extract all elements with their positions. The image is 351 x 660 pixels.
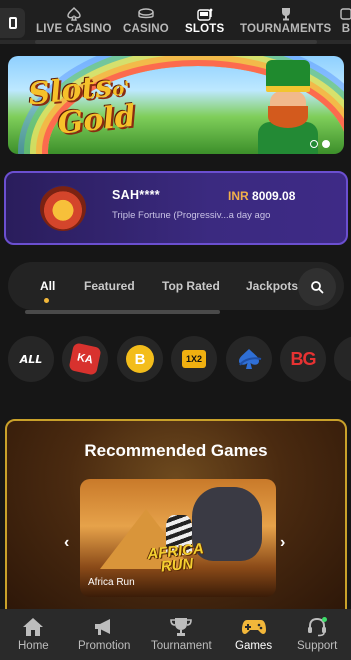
carousel-dot-active[interactable]	[322, 140, 330, 148]
nav-label: CASINO	[123, 23, 169, 35]
provider-spade[interactable]	[226, 336, 272, 382]
bottom-nav-games[interactable]: Games	[235, 617, 272, 652]
menu-toggle-button[interactable]	[0, 8, 25, 38]
provider-ka[interactable]: KA	[62, 336, 108, 382]
nav-item-casino[interactable]: CASINO	[123, 6, 169, 40]
nav-item-slots[interactable]: SLOTS	[185, 6, 224, 40]
bottom-nav: Home Promotion Tournament Games Support	[0, 609, 351, 660]
provider-1x2[interactable]: 1X2	[171, 336, 217, 382]
nav-label: B	[341, 23, 351, 35]
winner-game-info: Triple Fortune (Progressiv...a day ago	[112, 210, 271, 221]
nav-item-more[interactable]: B	[340, 6, 351, 40]
nav-scrollbar[interactable]	[0, 40, 351, 44]
trophy-icon	[170, 617, 193, 637]
active-tab-indicator	[44, 298, 49, 303]
home-icon	[22, 617, 44, 637]
carousel-next-button[interactable]: ›	[280, 534, 285, 552]
provider-ka-label: KA	[75, 351, 95, 367]
game-search-button[interactable]	[298, 268, 336, 306]
tab-featured[interactable]: Featured	[84, 279, 135, 293]
winner-amount-value: 8009.08	[252, 189, 296, 203]
chip-icon	[138, 6, 154, 21]
banner-game-logo: Slotso' Gold	[27, 69, 138, 142]
provider-1x2-label: 1X2	[185, 354, 202, 364]
nav-label: SLOTS	[185, 23, 225, 35]
africa-run-logo-line2: RUN	[159, 555, 195, 576]
nav-item-live-casino[interactable]: LIVE CASINO	[36, 6, 112, 40]
spade-logo-icon	[239, 349, 262, 369]
spade-icon	[67, 6, 81, 21]
provider-ka-logo: KA	[68, 342, 102, 376]
bottom-nav-label: Promotion	[78, 640, 131, 652]
nav-label: TOURNAMENTS	[240, 23, 332, 35]
bottom-nav-label: Home	[18, 640, 49, 652]
provider-b-label: B	[134, 350, 146, 368]
page: LIVE CASINO CASINO SLOTS TOURNAMENTS B S…	[0, 0, 351, 660]
winner-username: SAH****	[112, 188, 160, 202]
recommended-games-section: Recommended Games AFRICA RUN Africa Run …	[5, 419, 347, 619]
nav-label: LIVE CASINO	[36, 23, 112, 35]
provider-1x2-logo: 1X2	[182, 350, 206, 368]
provider-b-logo: B	[126, 345, 154, 373]
bottom-nav-tournament[interactable]: Tournament	[151, 617, 212, 652]
winner-currency: INR	[228, 189, 249, 203]
provider-bg-label: BG	[290, 348, 317, 369]
tab-top-rated[interactable]: Top Rated	[162, 279, 220, 293]
tab-jackpots[interactable]: Jackpots	[246, 279, 298, 293]
slot-machine-icon	[196, 6, 213, 21]
game-filter-tabs: All Featured Top Rated Jackpots	[8, 262, 344, 310]
provider-all[interactable]: ALL	[8, 336, 54, 382]
provider-all-label: ALL	[19, 352, 43, 366]
banner-logo-connector: o'	[111, 77, 131, 101]
provider-more[interactable]	[334, 336, 351, 382]
top-nav: LIVE CASINO CASINO SLOTS TOURNAMENTS B	[0, 0, 351, 44]
banner-logo-line2: Gold	[55, 98, 138, 142]
phone-icon	[8, 17, 17, 29]
dice-icon	[340, 6, 351, 21]
nav-item-tournaments[interactable]: TOURNAMENTS	[240, 6, 331, 40]
bottom-nav-label: Support	[297, 640, 338, 652]
tab-all[interactable]: All	[40, 279, 55, 293]
carousel-dots	[310, 140, 330, 148]
bottom-nav-promotion[interactable]: Promotion	[78, 617, 130, 652]
provider-b[interactable]: B	[117, 336, 163, 382]
trophy-icon	[279, 6, 293, 21]
africa-run-logo: AFRICA RUN	[146, 540, 206, 576]
bottom-nav-support[interactable]: Support	[297, 617, 337, 652]
winner-game-thumbnail	[40, 185, 86, 231]
recent-winner-card[interactable]: SAH**** INR 8009.08 Triple Fortune (Prog…	[4, 171, 348, 245]
nav-scrollbar-thumb[interactable]	[35, 40, 317, 44]
promo-banner[interactable]: Slotso' Gold	[8, 56, 344, 154]
recommended-title: Recommended Games	[84, 441, 268, 460]
bottom-nav-home[interactable]: Home	[18, 617, 49, 652]
winner-amount: INR 8009.08	[228, 189, 295, 203]
megaphone-icon	[93, 617, 115, 637]
provider-bg[interactable]: BG	[280, 336, 326, 382]
recommended-game-name: Africa Run	[88, 577, 135, 588]
tabs-scrollbar[interactable]	[25, 310, 220, 314]
gamepad-icon	[241, 617, 267, 637]
search-icon	[311, 281, 324, 294]
support-online-badge	[322, 617, 327, 622]
bottom-nav-label: Games	[235, 640, 273, 652]
carousel-dot[interactable]	[310, 140, 318, 148]
carousel-prev-button[interactable]: ‹	[64, 534, 69, 552]
recommended-game-card[interactable]: AFRICA RUN Africa Run	[80, 479, 276, 597]
bottom-nav-label: Tournament	[151, 640, 212, 652]
